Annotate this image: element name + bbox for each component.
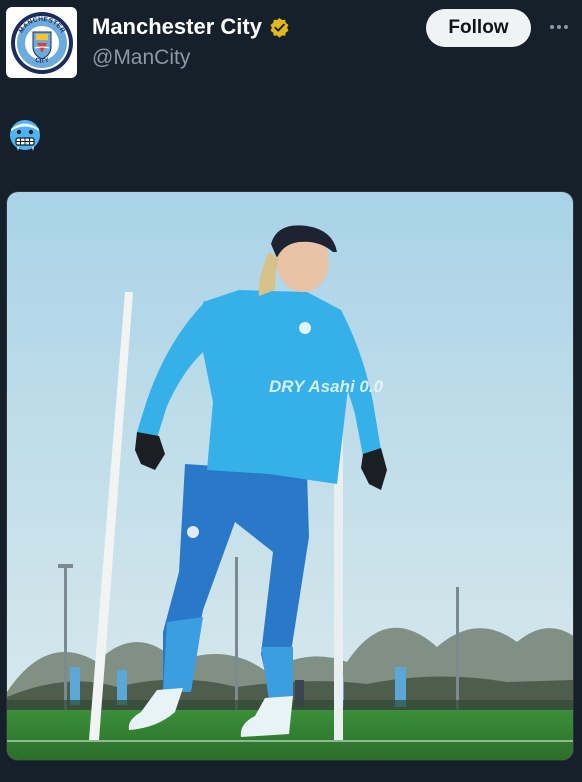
more-dot xyxy=(557,25,561,29)
follow-button[interactable]: Follow xyxy=(426,9,531,47)
tweet-media-photo[interactable]: DRY Asahi 0.0 xyxy=(6,191,574,761)
manchester-city-crest-icon: MANCHESTER CITY xyxy=(10,11,73,74)
cold-face-emoji-icon xyxy=(10,120,40,151)
more-options-button[interactable] xyxy=(544,16,574,38)
verified-badge-icon xyxy=(270,17,289,38)
more-horizontal-icon xyxy=(550,25,554,29)
handle[interactable]: @ManCity xyxy=(92,46,190,70)
training-photo-illustration: DRY Asahi 0.0 xyxy=(7,192,573,760)
display-name[interactable]: Manchester City xyxy=(92,14,262,40)
shirt-sponsor-text: DRY Asahi 0.0 xyxy=(269,377,384,396)
more-dot xyxy=(564,25,568,29)
avatar[interactable]: MANCHESTER CITY xyxy=(6,7,77,78)
name-row: Manchester City xyxy=(92,14,290,40)
